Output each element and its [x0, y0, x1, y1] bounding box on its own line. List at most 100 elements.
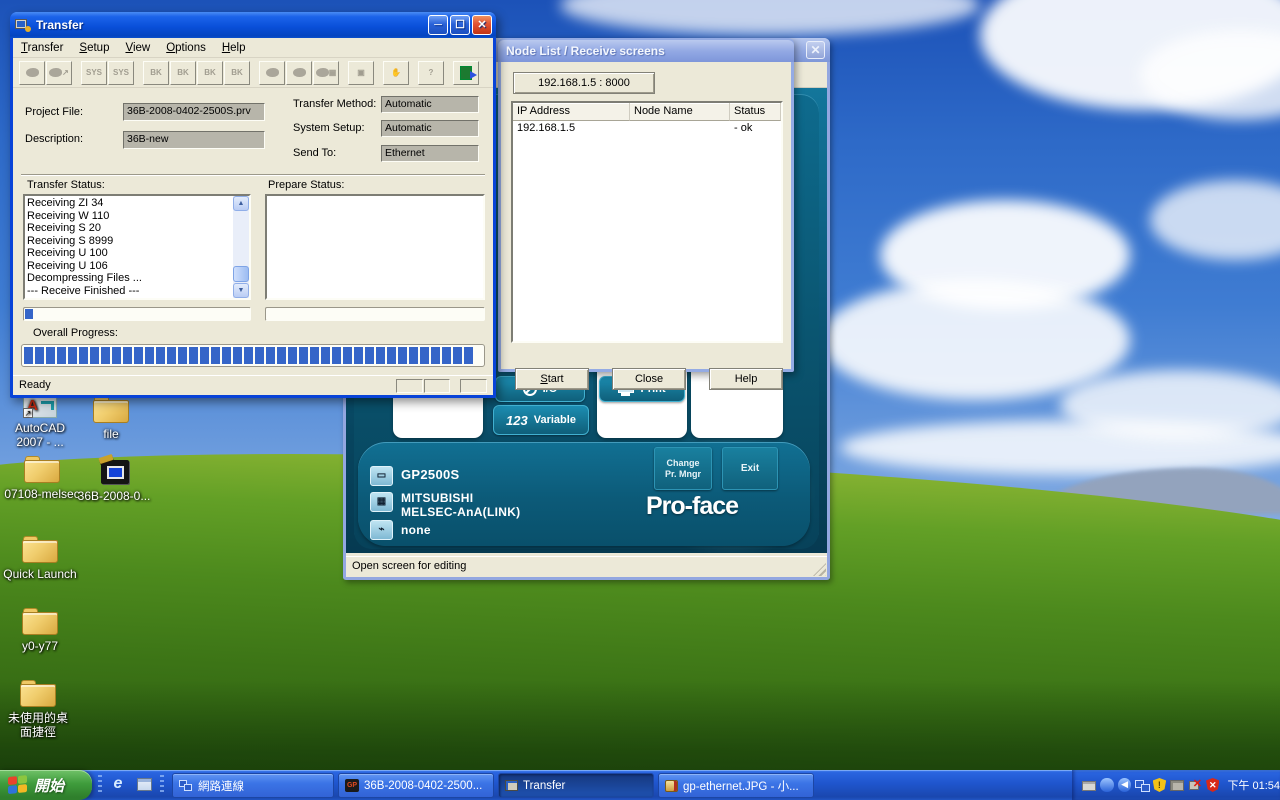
extra-equipment-icon: ⌁ — [370, 520, 393, 540]
send-to-label: Send To: — [293, 147, 336, 159]
status-line: Receiving S 8999 — [27, 235, 231, 248]
folder-icon — [93, 396, 129, 424]
taskbar-button-transfer[interactable]: Transfer — [498, 773, 654, 798]
change-pr-mngr-button[interactable]: Change Pr. Mngr — [654, 447, 712, 490]
desktop-icon-quick-launch[interactable]: Quick Launch — [0, 536, 83, 581]
close-button[interactable]: ✕ — [472, 15, 492, 35]
scroll-up-icon[interactable]: ▲ — [233, 196, 249, 211]
menu-options[interactable]: Options — [158, 40, 214, 56]
desktop-icon-label: Quick Launch — [0, 567, 83, 581]
prepare-progress-bar — [265, 307, 485, 321]
cell-node-name — [630, 121, 730, 136]
status-line: Decompressing Files ... — [27, 272, 231, 285]
status-line: Receiving U 106 — [27, 260, 231, 273]
system-setup-label: System Setup: — [293, 122, 365, 134]
menu-help[interactable]: Help — [214, 40, 254, 56]
wireless-disconnected-icon[interactable]: ✕ — [1188, 779, 1202, 792]
start-label: 開始 — [34, 775, 64, 796]
help-icon[interactable]: ? — [418, 61, 444, 85]
dialog-body: 192.168.1.5 : 8000 IP Address Node Name … — [501, 63, 791, 369]
variable-button[interactable]: 123 Variable — [493, 405, 589, 435]
ip-address-button[interactable]: 192.168.1.5 : 8000 — [513, 72, 655, 94]
hide-icons-chevron-icon[interactable]: ◀ — [1118, 778, 1131, 792]
close-button[interactable]: Close — [612, 368, 686, 390]
toolbar-grip[interactable] — [98, 775, 102, 795]
node-list-table[interactable]: IP Address Node Name Status 192.168.1.5 … — [511, 101, 783, 343]
menu-view[interactable]: View — [117, 40, 158, 56]
minimize-button[interactable]: ─ — [428, 15, 448, 35]
backup-icon[interactable]: BK — [143, 61, 169, 85]
column-header-status[interactable]: Status — [730, 103, 781, 121]
dialog-titlebar[interactable]: Node List / Receive screens — [498, 40, 794, 62]
extra-value: none — [401, 523, 431, 537]
folder-icon — [22, 536, 58, 564]
transfer-titlebar[interactable]: Transfer ─ ☐ ✕ — [10, 12, 496, 38]
download-icon[interactable] — [286, 61, 312, 85]
prepare-status-listbox[interactable] — [265, 194, 485, 300]
exit-button[interactable]: Exit — [722, 447, 778, 490]
desktop: A↗ AutoCAD 2007 - ... file 07108-melsec … — [0, 0, 1280, 800]
taskbar-button-image-viewer[interactable]: gp-ethernet.JPG - 小... — [658, 773, 814, 798]
send-screens-icon[interactable] — [19, 61, 45, 85]
project-file-field: 36B-2008-0402-2500S.prv — [123, 103, 265, 121]
status-line: Receiving S 20 — [27, 222, 231, 235]
toolbar: ↗ SYS SYS BK BK BK BK ▦ ▣ ✋ ? — [13, 58, 493, 88]
column-header-ip[interactable]: IP Address — [513, 103, 630, 121]
system-setup-field: Automatic — [381, 120, 479, 137]
menu-transfer[interactable]: Transfer — [13, 40, 71, 56]
close-icon[interactable]: ✕ — [806, 41, 825, 59]
description-field: 36B-new — [123, 131, 265, 149]
backup-card-icon[interactable]: BK — [224, 61, 250, 85]
setup-icon[interactable]: ▣ — [348, 61, 374, 85]
display-tray-icon[interactable] — [1170, 780, 1184, 791]
backup-receive-icon[interactable]: BK — [197, 61, 223, 85]
toolbar-grip[interactable] — [160, 775, 164, 795]
backup-send-icon[interactable]: BK — [170, 61, 196, 85]
prepare-status-label: Prepare Status: — [268, 179, 344, 191]
menu-setup[interactable]: Setup — [71, 40, 117, 56]
upload-icon[interactable] — [259, 61, 285, 85]
security-warning-icon[interactable]: ! — [1153, 778, 1166, 792]
keyboard-layout-icon[interactable] — [1082, 781, 1096, 791]
desktop-icon-unused-shortcuts[interactable]: 未使用的桌 面捷徑 — [0, 680, 81, 739]
security-alert-icon[interactable]: ✕ — [1206, 778, 1219, 792]
scroll-down-icon[interactable]: ▼ — [233, 283, 249, 298]
display-unit-icon: ▭ — [370, 466, 393, 486]
desktop-icon-y0-y77[interactable]: y0-y77 — [0, 608, 83, 653]
desktop-icon-label: y0-y77 — [0, 639, 83, 653]
desktop-icon-36b-project[interactable]: 36B-2008-0... — [71, 456, 157, 503]
scrollbar[interactable]: ▲ ▼ — [233, 196, 249, 298]
table-row[interactable]: 192.168.1.5 - ok — [513, 121, 781, 136]
exit-icon[interactable] — [453, 61, 479, 85]
resize-grip[interactable] — [813, 563, 826, 576]
stop-icon[interactable]: ✋ — [383, 61, 409, 85]
send-system-icon[interactable]: SYS — [81, 61, 107, 85]
transfer-window: Transfer ─ ☐ ✕ Transfer Setup View Optio… — [10, 12, 496, 398]
description-label: Description: — [25, 133, 83, 145]
status-line: Receiving U 100 — [27, 247, 231, 260]
folder-icon — [20, 680, 56, 708]
column-header-node-name[interactable]: Node Name — [630, 103, 730, 121]
transfer-status-listbox[interactable]: Receiving ZI 34 Receiving W 110 Receivin… — [23, 194, 251, 300]
desktop-icon-label: file — [68, 427, 154, 441]
card-transfer-icon[interactable]: ▦ — [313, 61, 339, 85]
receive-screens-icon[interactable]: ↗ — [46, 61, 72, 85]
start-button[interactable]: 開始 — [0, 770, 92, 800]
transfer-statusbar: Ready — [13, 375, 493, 395]
receive-system-icon[interactable]: SYS — [108, 61, 134, 85]
taskbar-button-36b-project[interactable]: GP 36B-2008-0402-2500... — [338, 773, 494, 798]
transfer-method-label: Transfer Method: — [293, 98, 376, 110]
cloud — [820, 280, 1130, 400]
internet-explorer-icon[interactable]: e — [108, 775, 128, 795]
start-button[interactable]: Start — [515, 368, 589, 390]
network-status-icon[interactable] — [1135, 780, 1148, 792]
scroll-thumb[interactable] — [233, 266, 249, 282]
show-desktop-icon[interactable] — [134, 775, 154, 795]
taskbar-button-network[interactable]: 網路連線 — [172, 773, 334, 798]
desktop-icon-file[interactable]: file — [68, 396, 154, 441]
maximize-button[interactable]: ☐ — [450, 15, 470, 35]
cell-ip: 192.168.1.5 — [513, 121, 630, 136]
help-button[interactable]: Help — [709, 368, 783, 390]
taskbar-button-label: 36B-2008-0402-2500... — [364, 780, 482, 792]
cloud — [560, 0, 980, 35]
